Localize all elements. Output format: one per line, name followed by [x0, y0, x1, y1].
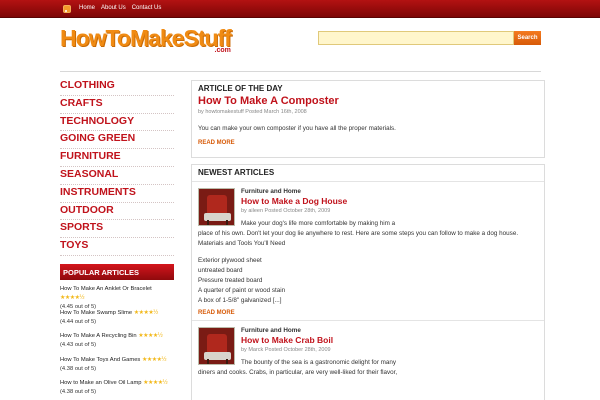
top-bar: Home About Us Contact Us	[0, 0, 600, 18]
category-outdoor[interactable]: OUTDOOR	[60, 203, 174, 221]
category-crafts[interactable]: CRAFTS	[60, 96, 174, 114]
popular-item-rating: (4.44 out of 5)	[60, 318, 97, 325]
article-excerpt-first: The bounty of the sea is a gastronomic d…	[241, 358, 397, 366]
star-rating-icon: ★★★★½	[143, 380, 168, 386]
star-rating-icon: ★★★★½	[60, 295, 85, 301]
popular-item: How To Make A Recycling Bin ★★★★½ (4.43 …	[60, 332, 174, 356]
article-category[interactable]: Furniture and Home	[241, 327, 538, 334]
article-excerpt-first: Make your dog's life more comfortable by…	[241, 220, 396, 227]
article-excerpt: diners and cooks. Crabs, in particular, …	[198, 368, 398, 376]
popular-item: How to Make an Olive Oil Lamp ★★★★½ (4.3…	[60, 379, 174, 400]
popular-item-rating: (4.38 out of 5)	[60, 389, 97, 395]
popular-item-title[interactable]: How To Make Toys And Games	[60, 357, 140, 363]
category-seasonal[interactable]: SEASONAL	[60, 167, 174, 185]
popular-item-title[interactable]: How To Make A Recycling Bin	[60, 333, 137, 339]
article-title[interactable]: How to Make a Dog House	[241, 196, 538, 206]
aod-meta: by howtomakestuff Posted March 16th, 200…	[198, 109, 307, 115]
materials-list: Exterior plywood sheet untreated board P…	[198, 256, 538, 307]
logo-text: HowToMakeStuff	[60, 25, 232, 51]
article-excerpt: place of his own. Don't let your dog lie…	[198, 230, 519, 238]
popular-item-title[interactable]: How To Make Swamp Slime	[60, 310, 132, 316]
category-toys[interactable]: TOYS	[60, 238, 174, 256]
category-clothing[interactable]: CLOTHING	[60, 78, 174, 96]
list-item: untreated board	[198, 266, 243, 274]
category-sports[interactable]: SPORTS	[60, 220, 174, 239]
read-more-link[interactable]: READ MORE	[198, 310, 538, 316]
popular-articles-heading: POPULAR ARTICLES	[60, 264, 174, 280]
article-item: Furniture and Home How to Make Crab Boil…	[198, 326, 538, 378]
popular-item: How To Make Toys And Games ★★★★½ (4.38 o…	[60, 356, 174, 380]
article-thumbnail[interactable]	[198, 188, 235, 226]
article-item: Furniture and Home How to Make a Dog Hou…	[198, 188, 538, 316]
article-title[interactable]: How to Make Crab Boil	[241, 335, 538, 345]
popular-item-rating: (4.43 out of 5)	[60, 342, 97, 348]
category-instruments[interactable]: INSTRUMENTS	[60, 185, 174, 203]
star-rating-icon: ★★★★½	[133, 309, 159, 316]
nav-about-us[interactable]: About Us	[101, 5, 126, 11]
category-furniture[interactable]: FURNITURE	[60, 149, 174, 167]
star-rating-icon: ★★★★½	[141, 356, 167, 363]
article-of-the-day: ARTICLE OF THE DAY How To Make A Compost…	[191, 80, 545, 158]
popular-articles-list: How To Make An Anklet Or Bracelet ★★★★½ …	[60, 285, 174, 400]
category-nav: CLOTHING CRAFTS TECHNOLOGY GOING GREEN F…	[60, 78, 174, 256]
aod-read-more-link[interactable]: READ MORE	[198, 140, 538, 146]
popular-item-title[interactable]: How To Make An Anklet Or Bracelet	[60, 286, 152, 292]
search-input[interactable]	[318, 31, 514, 45]
category-going-green[interactable]: GOING GREEN	[60, 131, 174, 150]
article-meta: by Marck Posted October 28th, 2009	[241, 346, 331, 353]
category-technology[interactable]: TECHNOLOGY	[60, 114, 174, 132]
popular-item: How To Make Swamp Slime ★★★★½ (4.44 out …	[60, 309, 174, 333]
search-button[interactable]: Search	[514, 31, 541, 45]
popular-item-title[interactable]: How to Make an Olive Oil Lamp	[60, 380, 142, 386]
site-logo[interactable]: HowToMakeStuff .com	[60, 25, 232, 54]
main-content: ARTICLE OF THE DAY How To Make A Compost…	[191, 80, 545, 158]
search-form: Search	[318, 31, 541, 45]
newest-articles: NEWEST ARTICLES Furniture and Home How t…	[191, 164, 545, 400]
star-rating-icon: ★★★★½	[138, 333, 163, 339]
popular-item-rating: (4.38 out of 5)	[60, 365, 97, 372]
article-thumbnail[interactable]	[198, 326, 235, 365]
list-item: A quarter of paint or wood stain	[198, 287, 286, 295]
logo-domain: .com	[214, 47, 231, 54]
divider	[192, 181, 544, 182]
top-nav: Home About Us Contact Us	[79, 5, 161, 11]
popular-item: How To Make An Anklet Or Bracelet ★★★★½ …	[60, 285, 174, 310]
list-item: Pressure treated board	[198, 277, 263, 285]
aod-title[interactable]: How To Make A Composter	[198, 95, 538, 107]
newest-heading: NEWEST ARTICLES	[198, 168, 275, 177]
aod-heading: ARTICLE OF THE DAY	[198, 84, 283, 93]
rss-icon[interactable]	[63, 5, 71, 13]
list-item: A box of 1-5/8" galvanized [...]	[198, 297, 282, 305]
article-meta: by aileen Posted October 28th, 2009	[241, 208, 331, 214]
list-item: Exterior plywood sheet	[198, 256, 262, 264]
aod-excerpt: You can make your own composter if you h…	[198, 125, 396, 132]
divider	[192, 319, 544, 321]
nav-contact-us[interactable]: Contact Us	[132, 5, 162, 11]
nav-home[interactable]: Home	[79, 5, 95, 11]
article-category[interactable]: Furniture and Home	[241, 188, 538, 195]
header-divider	[60, 71, 541, 72]
materials-heading: Materials and Tools You'll Need	[198, 240, 286, 248]
